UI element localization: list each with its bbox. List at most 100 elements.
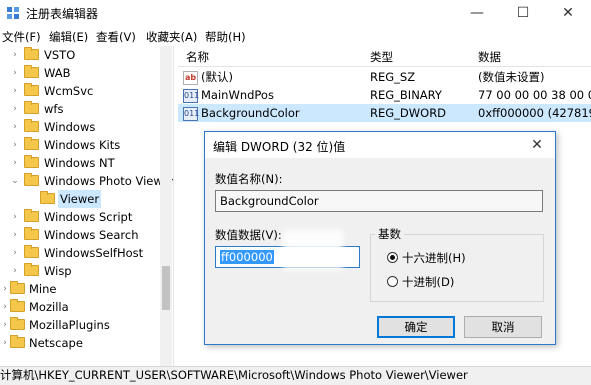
dec-radio-label[interactable]: 十进制(D) bbox=[402, 274, 454, 290]
folder-icon bbox=[10, 335, 25, 348]
expand-chevron-icon[interactable]: › bbox=[10, 100, 20, 118]
folder-icon bbox=[24, 155, 39, 168]
folder-icon bbox=[24, 101, 39, 114]
expand-chevron-icon[interactable]: › bbox=[10, 64, 20, 82]
value-row[interactable]: 011 MainWndPos REG_BINARY 77 00 00 00 38… bbox=[178, 86, 591, 104]
cancel-button[interactable]: 取消 bbox=[464, 316, 542, 338]
status-bar: 计算机\HKEY_CURRENT_USER\SOFTWARE\Microsoft… bbox=[0, 366, 591, 385]
value-type: REG_BINARY bbox=[370, 88, 442, 102]
value-data-text: ff000000 bbox=[220, 250, 274, 264]
tree-item-label: VSTO bbox=[44, 48, 76, 62]
tree-scrollbar[interactable] bbox=[160, 46, 172, 366]
expand-chevron-icon[interactable]: › bbox=[10, 226, 20, 244]
hex-radio[interactable] bbox=[387, 252, 398, 263]
expand-chevron-icon[interactable]: › bbox=[10, 118, 20, 136]
folder-icon bbox=[10, 299, 25, 312]
expand-chevron-icon[interactable]: › bbox=[0, 334, 10, 352]
hex-radio-label[interactable]: 十六进制(H) bbox=[402, 250, 466, 266]
value-data: 0xff000000 (42781900 bbox=[478, 106, 591, 120]
expand-chevron-icon[interactable]: › bbox=[10, 262, 20, 280]
value-type: REG_SZ bbox=[370, 70, 416, 84]
value-data-label: 数值数据(V): bbox=[215, 228, 282, 242]
tree-item-label: Windows NT bbox=[44, 156, 115, 170]
dec-radio[interactable] bbox=[387, 276, 398, 287]
column-header-data[interactable]: 数据 bbox=[478, 49, 501, 65]
collapse-chevron-icon[interactable]: ⌄ bbox=[10, 172, 20, 190]
menu-view[interactable]: 查看(V) bbox=[96, 29, 136, 45]
dialog-title: 编辑 DWORD (32 位)值 bbox=[213, 140, 346, 154]
value-row-selected[interactable]: 011 BackgroundColor REG_DWORD 0xff000000… bbox=[178, 104, 591, 122]
expand-chevron-icon[interactable]: › bbox=[0, 280, 10, 298]
binary-value-icon: 011 bbox=[183, 107, 199, 121]
tree-item-label: Wisp bbox=[44, 264, 72, 278]
folder-icon bbox=[24, 137, 39, 150]
minimize-icon[interactable]: — bbox=[454, 0, 500, 26]
folder-icon bbox=[24, 119, 39, 132]
edit-dword-dialog: 编辑 DWORD (32 位)值 ✕ 数值名称(N): BackgroundCo… bbox=[204, 131, 556, 345]
folder-icon bbox=[24, 245, 39, 258]
value-name-label: 数值名称(N): bbox=[215, 172, 283, 186]
folder-icon bbox=[10, 317, 25, 330]
folder-icon bbox=[10, 281, 25, 294]
value-name: (默认) bbox=[201, 70, 233, 84]
tree-item-label: Netscape bbox=[29, 336, 83, 350]
ok-button[interactable]: 确定 bbox=[377, 316, 455, 338]
window-title: 注册表编辑器 bbox=[26, 7, 99, 21]
folder-icon bbox=[24, 263, 39, 276]
tree-item-label: Windows Photo Viewer bbox=[44, 174, 174, 188]
regedit-app-icon bbox=[7, 7, 19, 19]
expand-chevron-icon[interactable]: › bbox=[0, 298, 10, 316]
close-icon[interactable]: ✕ bbox=[519, 132, 555, 158]
tree-item-label: Viewer bbox=[58, 190, 102, 208]
expand-chevron-icon[interactable]: › bbox=[0, 316, 10, 334]
expand-chevron-icon[interactable]: › bbox=[10, 46, 20, 64]
tree-item-label: Mine bbox=[29, 282, 57, 296]
value-name: MainWndPos bbox=[201, 88, 274, 102]
tree-item-label: Windows Search bbox=[44, 228, 139, 242]
title-bar: 注册表编辑器 — ☐ ✕ bbox=[0, 0, 591, 26]
expand-chevron-icon[interactable]: › bbox=[10, 208, 20, 226]
tree-item-label: Mozilla bbox=[29, 300, 69, 314]
list-header: 名称 类型 数据 bbox=[178, 46, 591, 67]
value-name-field: BackgroundColor bbox=[215, 190, 543, 212]
tree-item-label: MozillaPlugins bbox=[29, 318, 110, 332]
folder-icon bbox=[24, 83, 39, 96]
tree-item-label: WindowsSelfHost bbox=[44, 246, 144, 260]
menu-favorites[interactable]: 收藏夹(A) bbox=[146, 29, 197, 45]
expand-chevron-icon[interactable]: › bbox=[10, 244, 20, 262]
menu-bar: 文件(F) 编辑(E) 查看(V) 收藏夹(A) 帮助(H) bbox=[0, 26, 591, 46]
binary-value-icon: 011 bbox=[183, 89, 199, 103]
base-label: 基数 bbox=[375, 226, 404, 242]
folder-icon bbox=[24, 173, 39, 186]
close-icon[interactable]: ✕ bbox=[545, 0, 591, 26]
tree-item-label: Windows Kits bbox=[44, 138, 121, 152]
value-row[interactable]: ab (默认) REG_SZ (数值未设置) bbox=[178, 68, 591, 86]
value-type: REG_DWORD bbox=[370, 106, 447, 120]
scrollbar-thumb[interactable] bbox=[162, 266, 170, 310]
base-groupbox bbox=[370, 234, 544, 302]
expand-chevron-icon[interactable]: › bbox=[10, 136, 20, 154]
expand-chevron-icon[interactable]: › bbox=[10, 82, 20, 100]
menu-help[interactable]: 帮助(H) bbox=[205, 29, 246, 45]
registry-tree[interactable]: › VSTO › WAB › WcmSvc › wfs › Windows › … bbox=[0, 46, 174, 366]
folder-icon bbox=[24, 65, 39, 78]
tree-item-label: WAB bbox=[44, 66, 71, 80]
folder-icon bbox=[24, 209, 39, 222]
folder-icon bbox=[24, 227, 39, 240]
folder-icon bbox=[24, 47, 39, 60]
tree-item-label: wfs bbox=[44, 102, 64, 116]
dialog-title-bar: 编辑 DWORD (32 位)值 ✕ bbox=[205, 132, 555, 158]
maximize-icon[interactable]: ☐ bbox=[500, 0, 546, 26]
expand-chevron-icon[interactable]: › bbox=[10, 154, 20, 172]
value-data: 77 00 00 00 38 00 00 bbox=[478, 88, 591, 102]
column-header-name[interactable]: 名称 bbox=[186, 49, 209, 65]
menu-file[interactable]: 文件(F) bbox=[2, 29, 41, 45]
string-value-icon: ab bbox=[183, 71, 198, 85]
tree-item-label: Windows Script bbox=[44, 210, 133, 224]
folder-icon bbox=[40, 191, 55, 204]
menu-edit[interactable]: 编辑(E) bbox=[49, 29, 88, 45]
value-name: BackgroundColor bbox=[201, 106, 300, 120]
column-header-type[interactable]: 类型 bbox=[370, 49, 393, 65]
tree-item-label: WcmSvc bbox=[44, 84, 94, 98]
value-data: (数值未设置) bbox=[478, 70, 545, 84]
